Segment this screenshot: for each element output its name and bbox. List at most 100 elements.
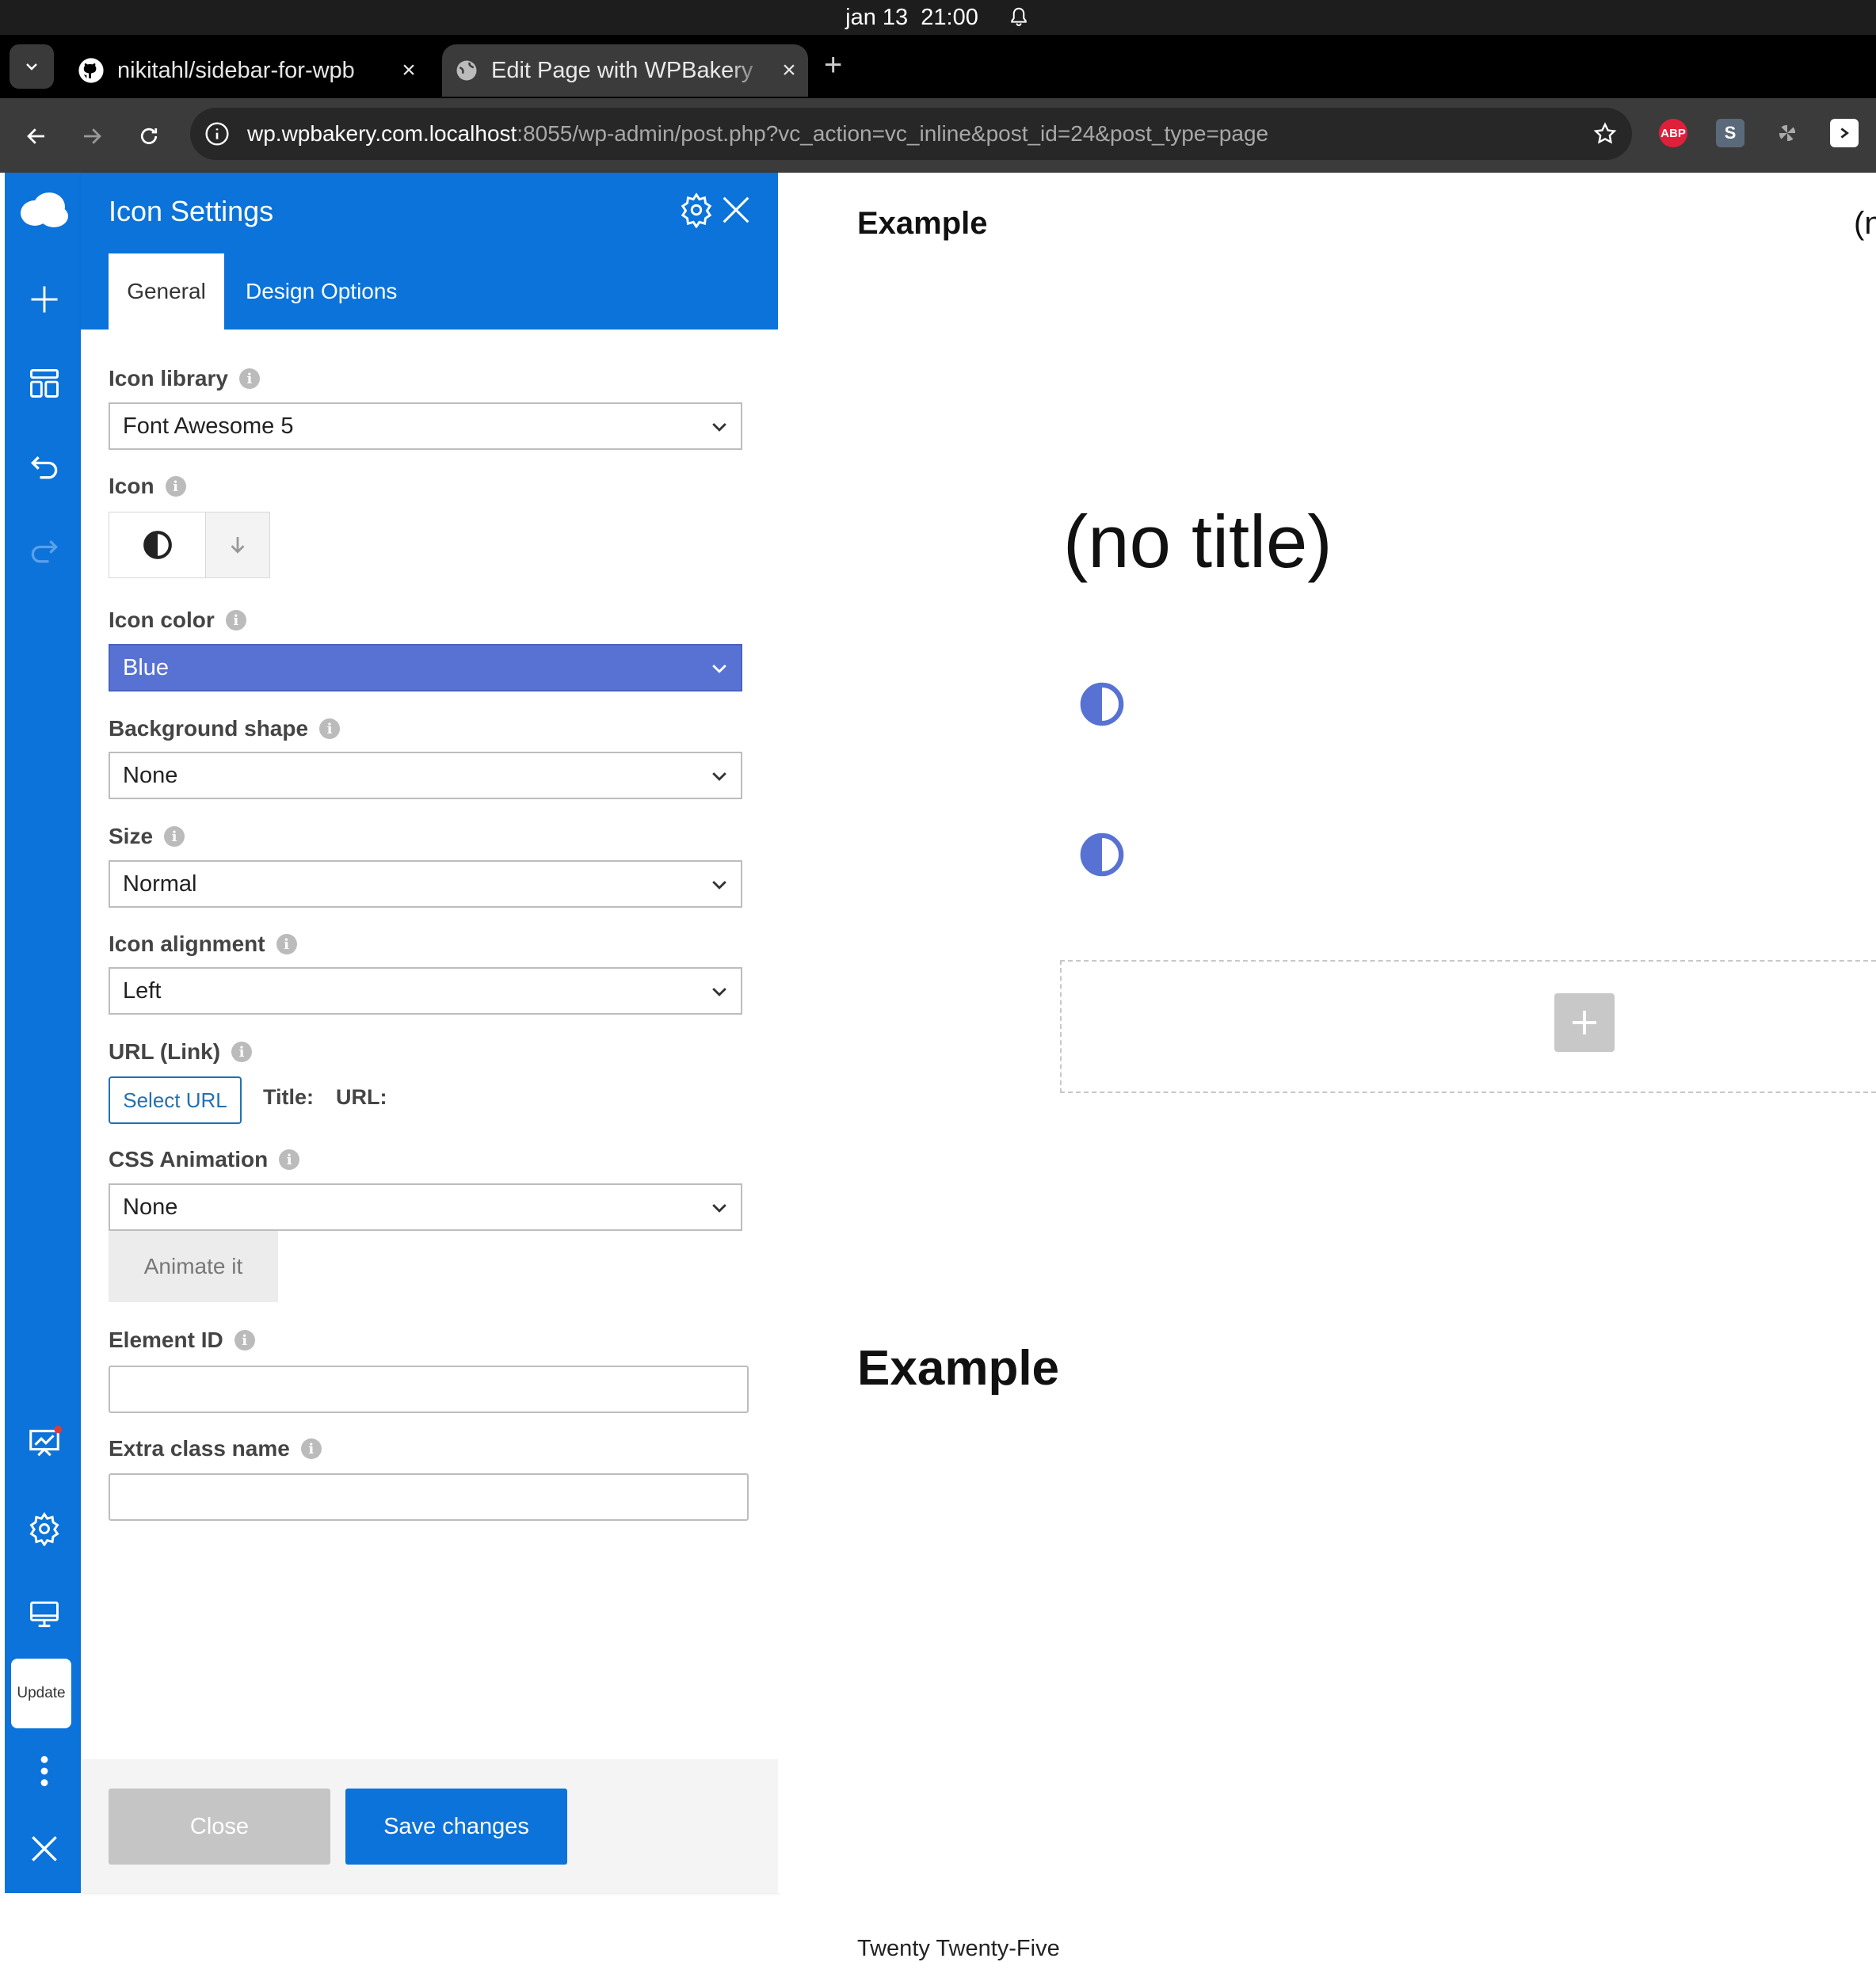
panel-title: Icon Settings — [109, 195, 274, 227]
url-host: wp.wpbakery.com.localhost — [247, 121, 517, 146]
tab-title: Edit Page with WPBakery — [491, 57, 753, 83]
close-button[interactable]: Close — [109, 1789, 330, 1865]
icon-dropdown-toggle[interactable] — [206, 512, 269, 577]
icon-color-label: Icon color i — [109, 608, 246, 633]
add-element-button[interactable] — [1554, 993, 1615, 1052]
info-icon[interactable]: i — [165, 476, 186, 497]
update-button[interactable]: Update — [11, 1659, 71, 1728]
url-value-label: URL: — [336, 1085, 387, 1109]
info-icon[interactable]: i — [238, 368, 260, 389]
footer-theme-text: Twenty Twenty-Five — [857, 1936, 1060, 1961]
select-url-button[interactable]: Select URL — [109, 1076, 242, 1124]
address-bar[interactable]: wp.wpbakery.com.localhost:8055/wp-admin/… — [190, 108, 1632, 160]
css-animation-label: CSS Animation i — [109, 1147, 300, 1172]
browser-tab-wpbakery[interactable]: Edit Page with WPBakery × — [442, 44, 808, 97]
info-icon[interactable]: i — [319, 718, 341, 739]
tab-search-dropdown[interactable] — [10, 44, 54, 89]
tab-design-options[interactable]: Design Options — [246, 253, 397, 330]
info-icon[interactable]: i — [276, 934, 297, 954]
icon-picker[interactable] — [109, 512, 270, 578]
insights-icon[interactable] — [24, 1423, 65, 1464]
info-icon[interactable]: i — [231, 1042, 253, 1062]
settings-gear-icon[interactable] — [24, 1508, 65, 1549]
info-icon[interactable]: i — [300, 1438, 322, 1459]
url-title-label: Title: — [263, 1085, 315, 1109]
icon-alignment-label: Icon alignment i — [109, 931, 297, 957]
s-extension-icon[interactable]: S — [1716, 119, 1744, 147]
wpbakery-logo-icon[interactable] — [16, 190, 71, 231]
add-element-icon[interactable] — [24, 279, 65, 320]
exit-editor-close-icon[interactable] — [24, 1828, 65, 1869]
icon-library-label: Icon library i — [109, 366, 260, 391]
wpbakery-sidebar: Update — [5, 173, 81, 1893]
extensions-puzzle-icon[interactable] — [1830, 119, 1859, 147]
adjust-half-circle-icon[interactable] — [1079, 832, 1125, 878]
save-changes-button[interactable]: Save changes — [345, 1789, 567, 1865]
adblock-extension-icon[interactable]: ABP — [1659, 119, 1687, 147]
info-icon[interactable]: i — [279, 1149, 300, 1170]
tab-general[interactable]: General — [109, 253, 224, 330]
nav-text-truncated: (n — [1854, 206, 1876, 241]
new-tab-button[interactable]: + — [824, 48, 842, 83]
post-title: (no title) — [1063, 500, 1333, 583]
url-link-label: URL (Link) i — [109, 1039, 253, 1065]
more-options-icon[interactable] — [24, 1751, 65, 1792]
panel-header: Icon Settings General Design Options — [81, 173, 778, 330]
back-arrow-icon[interactable] — [19, 119, 54, 154]
globe-icon — [456, 60, 477, 81]
site-title: Example — [857, 206, 988, 241]
extra-class-name-label: Extra class name i — [109, 1436, 322, 1461]
adjust-half-circle-icon — [143, 531, 172, 559]
background-shape-label: Background shape i — [109, 716, 341, 741]
background-shape-select[interactable]: None — [109, 752, 742, 799]
panel-settings-gear-icon[interactable] — [678, 192, 715, 228]
icon-label: Icon i — [109, 474, 186, 499]
notification-bell-icon[interactable] — [1007, 5, 1031, 30]
browser-tab-github[interactable]: nikitahl/sidebar-for-wpb × — [70, 44, 428, 97]
plus-icon — [1573, 1011, 1596, 1034]
adjust-half-circle-icon[interactable] — [1079, 681, 1125, 727]
forward-arrow-icon[interactable] — [74, 119, 109, 154]
url-path: :8055/wp-admin/post.php?vc_action=vc_inl… — [517, 121, 1269, 146]
system-top-bar: jan 13 21:00 — [0, 0, 1876, 35]
css-animation-select[interactable]: None — [109, 1183, 742, 1231]
icon-library-select[interactable]: Font Awesome 5 — [109, 402, 742, 450]
chevron-down-icon — [712, 881, 726, 890]
icon-color-select[interactable]: Blue — [109, 644, 742, 691]
clock-date: jan 13 21:00 — [845, 4, 978, 30]
chevron-down-icon — [712, 988, 726, 996]
site-info-icon[interactable] — [204, 121, 230, 147]
undo-icon[interactable] — [24, 447, 65, 488]
size-label: Size i — [109, 824, 185, 849]
tab-title: nikitahl/sidebar-for-wpb — [117, 57, 355, 83]
info-icon[interactable]: i — [225, 610, 246, 631]
icon-settings-panel: Icon Settings General Design Options Ico… — [81, 173, 778, 1893]
info-icon[interactable]: i — [164, 826, 185, 847]
github-icon — [78, 58, 104, 83]
chevron-down-icon — [26, 63, 37, 70]
templates-icon[interactable] — [24, 363, 65, 404]
redo-icon[interactable] — [24, 531, 65, 572]
size-select[interactable]: Normal — [109, 860, 742, 908]
empty-row-placeholder — [1060, 960, 1876, 1093]
animate-it-button[interactable]: Animate it — [109, 1231, 278, 1302]
chevron-down-icon — [712, 665, 726, 673]
responsive-desktop-icon[interactable] — [24, 1594, 65, 1635]
page-preview: Example (n (no title) Example Twenty Twe… — [778, 173, 1876, 1961]
icon-alignment-select[interactable]: Left — [109, 967, 742, 1015]
arrow-down-icon — [231, 537, 245, 554]
info-icon[interactable]: i — [234, 1330, 255, 1351]
footer-site-title: Example — [857, 1341, 1060, 1396]
extension-pinwheel-icon[interactable] — [1773, 119, 1802, 147]
panel-close-icon[interactable] — [718, 192, 754, 228]
chevron-down-icon — [712, 423, 726, 432]
chevron-down-icon — [712, 1204, 726, 1213]
element-id-input[interactable] — [109, 1366, 749, 1413]
chevron-down-icon — [712, 772, 726, 781]
bookmark-star-icon[interactable] — [1592, 121, 1618, 147]
tab-close-button[interactable]: × — [390, 57, 428, 84]
tab-close-button[interactable]: × — [770, 57, 808, 84]
reload-icon[interactable] — [132, 119, 166, 154]
selected-icon-preview[interactable] — [109, 512, 206, 577]
extra-class-name-input[interactable] — [109, 1473, 749, 1521]
